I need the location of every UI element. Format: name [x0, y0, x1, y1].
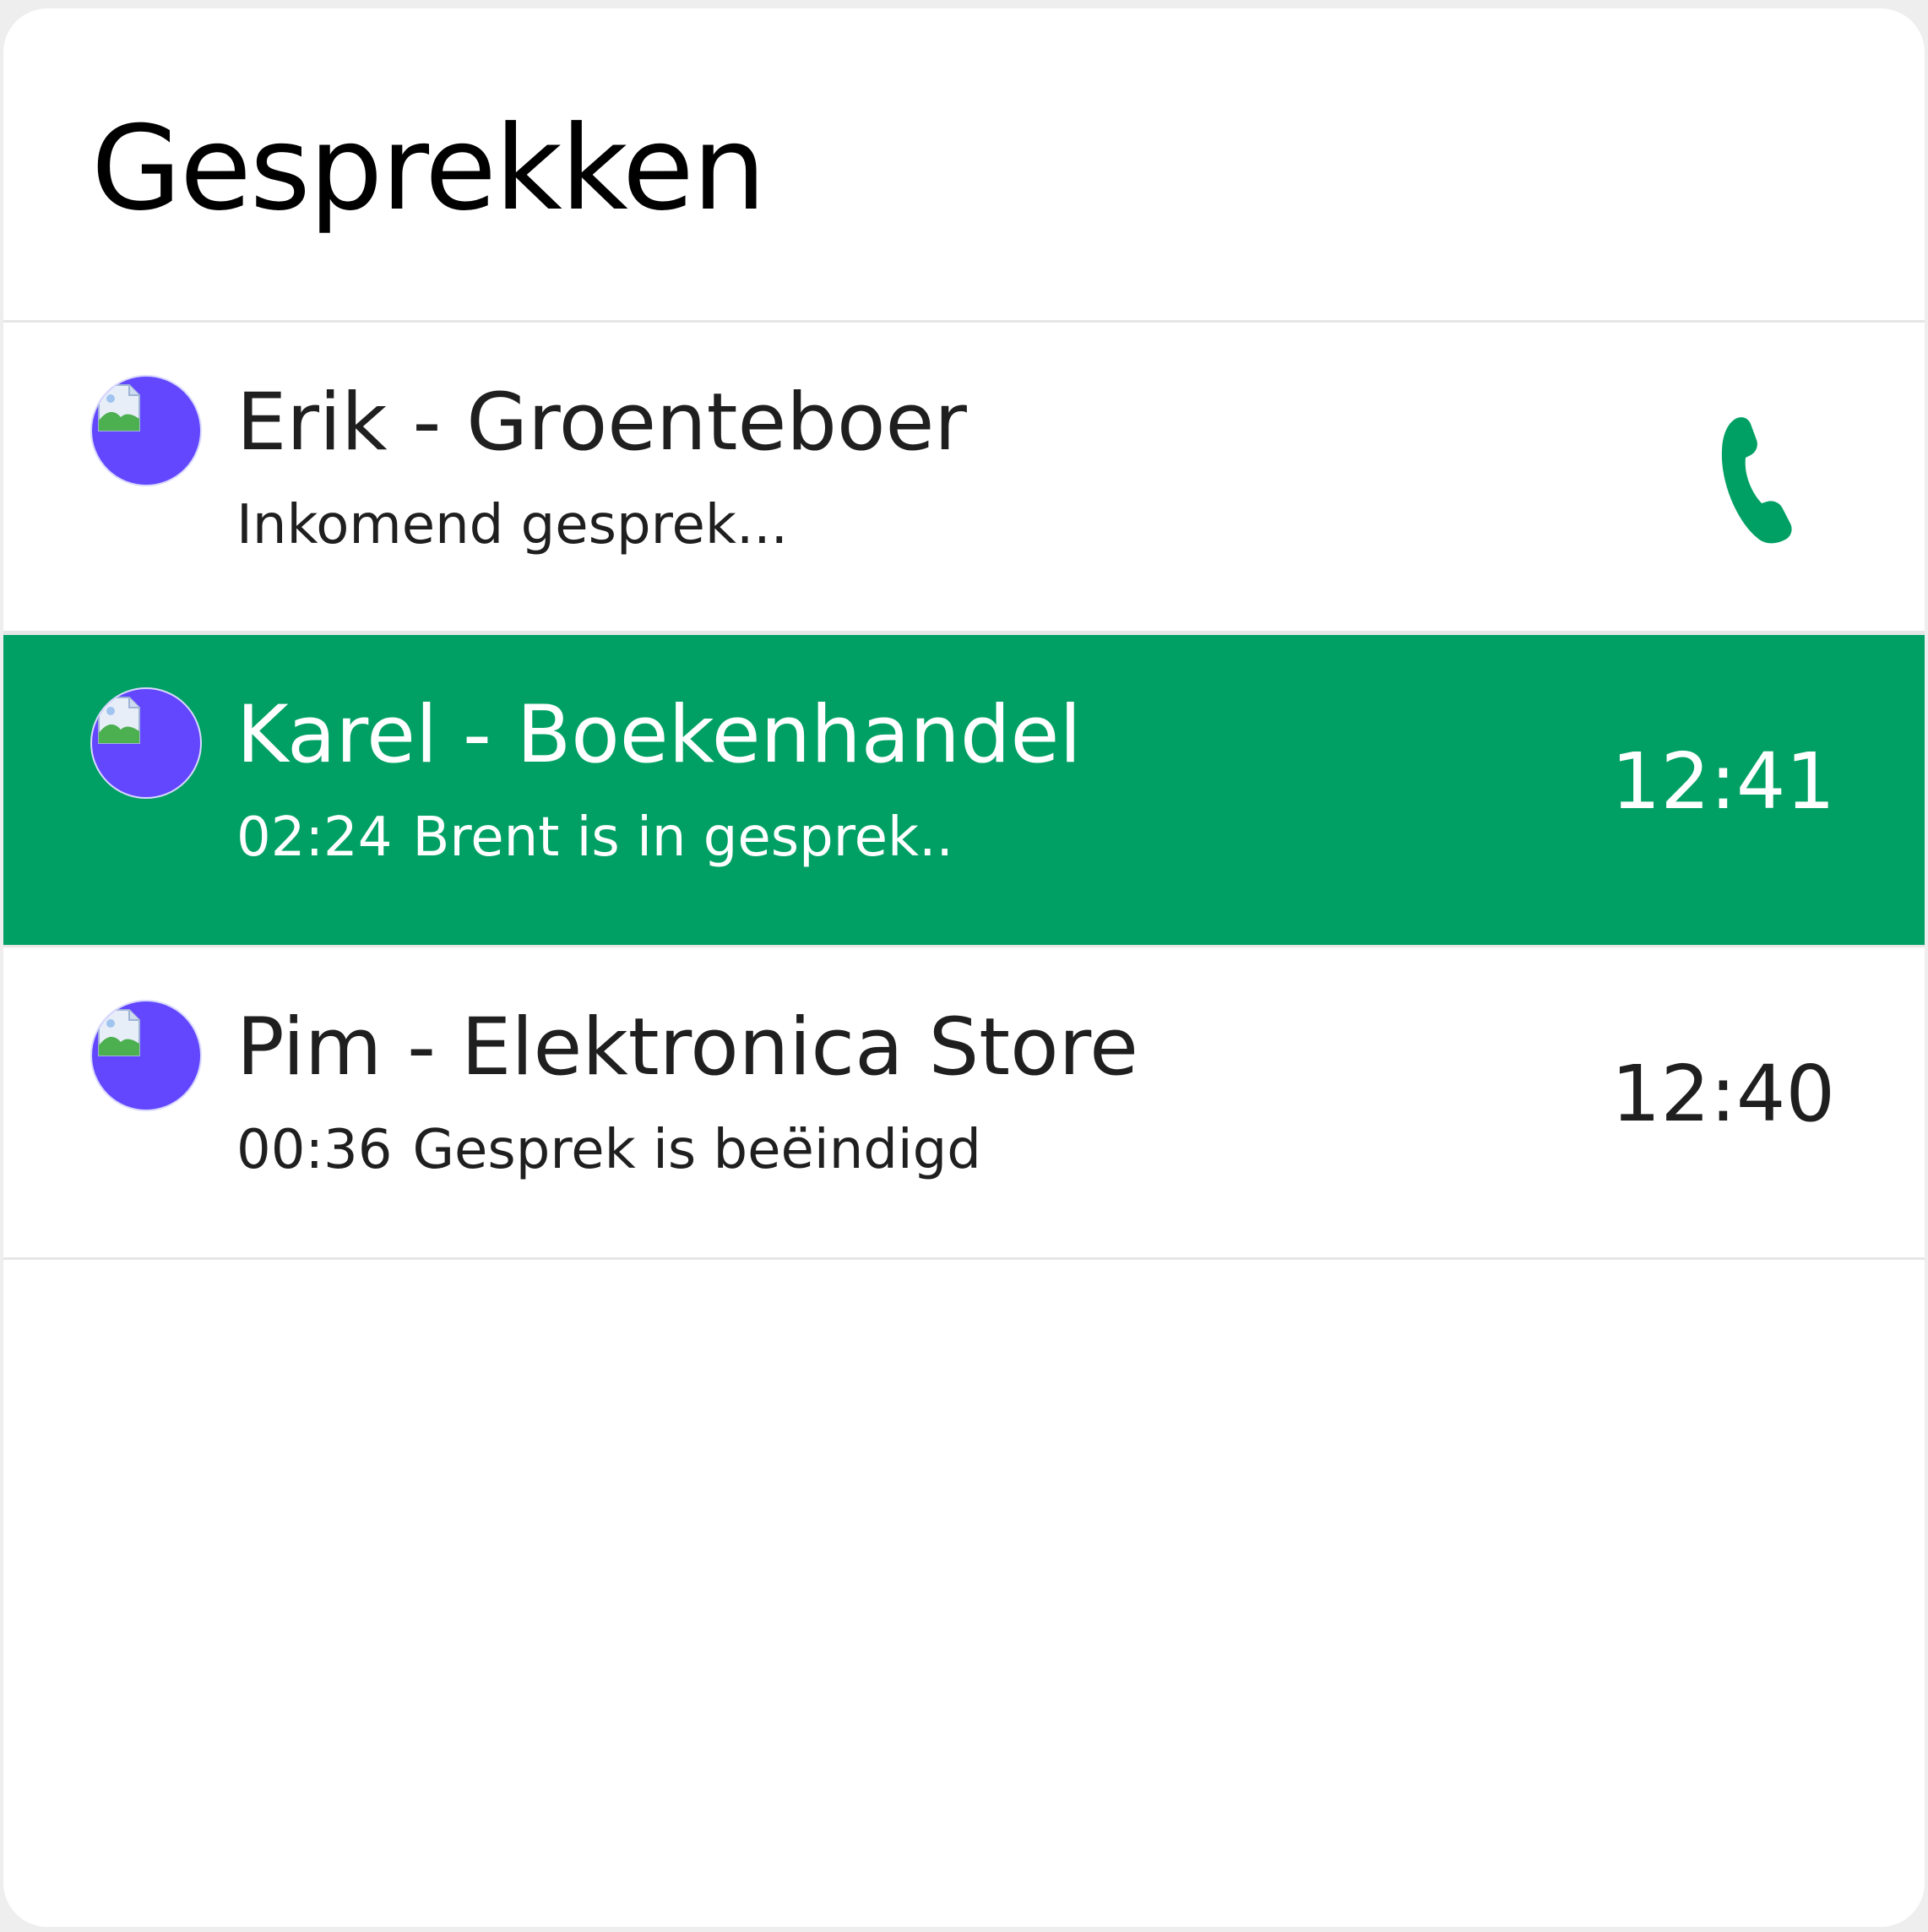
- call-duration: 00:36: [236, 1119, 393, 1181]
- panel-header: Gesprekken: [3, 8, 1925, 323]
- broken-image-icon: [98, 384, 140, 431]
- conversations-panel: Gesprekken Erik - Groenteboer Inkomend g…: [3, 8, 1925, 1927]
- conversation-name: Erik - Groenteboer: [236, 377, 967, 469]
- conversation-time: 12:40: [1610, 1049, 1835, 1139]
- broken-image-icon: [98, 697, 140, 744]
- avatar: [90, 687, 202, 799]
- conversation-status-line: 00:36 Gesprek is beëindigd: [236, 1116, 981, 1184]
- conversation-name: Karel - Boekenhandel: [236, 689, 1082, 781]
- avatar: [90, 375, 202, 486]
- conversation-status: Brent is in gesprek..: [412, 806, 953, 869]
- conversation-item-pim[interactable]: Pim - Elektronica Store 00:36 Gesprek is …: [3, 947, 1925, 1260]
- conversation-status: Gesprek is beëindigd: [412, 1119, 981, 1181]
- conversation-status: Inkomend gesprek...: [236, 494, 788, 556]
- conversation-list: Erik - Groenteboer Inkomend gesprek... K…: [3, 323, 1925, 1260]
- call-duration: 02:24: [236, 806, 393, 869]
- conversation-item-karel[interactable]: Karel - Boekenhandel 02:24 Brent is in ge…: [3, 635, 1925, 947]
- conversation-item-erik[interactable]: Erik - Groenteboer Inkomend gesprek...: [3, 323, 1925, 635]
- conversation-name: Pim - Elektronica Store: [236, 1001, 1139, 1094]
- broken-image-icon: [98, 1009, 140, 1056]
- conversation-time: 12:41: [1610, 736, 1835, 827]
- page-title: Gesprekken: [91, 100, 766, 236]
- conversation-status-line: 02:24 Brent is in gesprek..: [236, 804, 953, 871]
- avatar: [90, 1000, 202, 1111]
- phone-icon[interactable]: [1713, 414, 1815, 549]
